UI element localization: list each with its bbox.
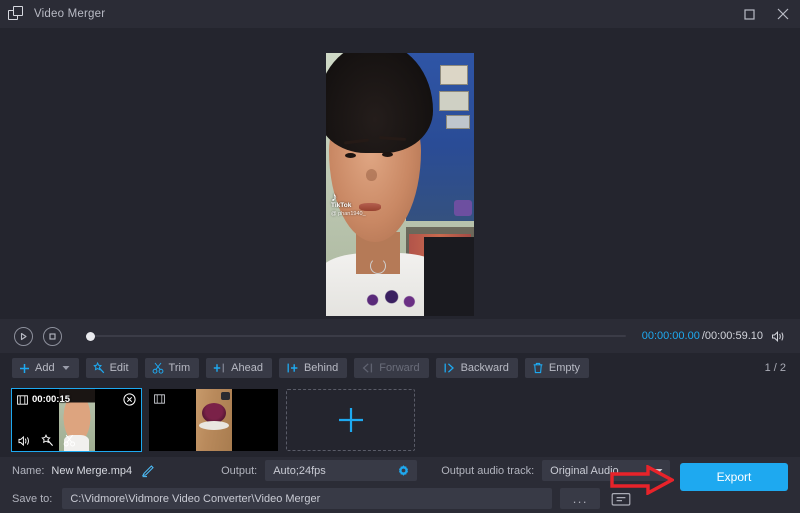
move-backward-icon (443, 362, 456, 374)
playback-slider[interactable] (86, 327, 626, 345)
stop-button[interactable] (43, 327, 62, 346)
time-display: 00:00:00.00 /00:00:59.10 (642, 330, 786, 343)
behind-button[interactable]: Behind (279, 358, 347, 378)
video-preview[interactable]: ♪ TikTok @ phan1940_ (326, 53, 474, 316)
forward-label: Forward (379, 362, 419, 374)
audio-track-select[interactable]: Original Audio (542, 460, 670, 481)
clip-item-1[interactable]: 00:00:15 (12, 389, 141, 451)
clip-remove-button[interactable] (123, 393, 136, 406)
title-bar: Video Merger (0, 0, 800, 28)
clip-strip: 00:00:15 (0, 383, 800, 457)
output-name-value: New Merge.mp4 (51, 465, 132, 477)
edit-label: Edit (110, 362, 129, 374)
add-label: Add (35, 362, 55, 374)
page-indicator: 1 / 2 (765, 362, 786, 374)
tiktok-watermark: ♪ TikTok @ phan1940_ (331, 191, 366, 218)
transport-bar: 00:00:00.00 /00:00:59.10 (0, 319, 800, 353)
add-button[interactable]: Add (12, 358, 79, 378)
insert-behind-icon (286, 362, 299, 374)
maximize-button[interactable] (732, 0, 766, 28)
output-format-select[interactable]: Auto;24fps (265, 460, 417, 481)
current-time: 00:00:00.00 (642, 330, 700, 342)
watermark-user: @ phan1940_ (331, 211, 366, 217)
clip-duration-badge: 00:00:15 (17, 394, 70, 405)
clip-toolbar: Add Edit Trim (0, 353, 800, 383)
audio-track-label: Output audio track: (441, 465, 534, 477)
edit-button[interactable]: Edit (86, 358, 138, 378)
empty-label: Empty (549, 362, 580, 374)
close-button[interactable] (766, 0, 800, 28)
window-controls (732, 0, 800, 28)
trim-label: Trim (169, 362, 191, 374)
magic-wand-icon (93, 362, 105, 374)
play-button[interactable] (14, 327, 33, 346)
app-icon (8, 6, 26, 22)
clip-scissors-icon[interactable] (63, 434, 76, 447)
slider-track (86, 335, 626, 337)
browse-button[interactable]: ... (560, 488, 600, 509)
chevron-down-icon (654, 465, 663, 477)
video-frame-image (326, 53, 474, 316)
chevron-down-icon (62, 365, 70, 371)
save-to-path-value: C:\Vidmore\Vidmore Video Converter\Video… (70, 493, 320, 505)
export-button[interactable]: Export (680, 463, 788, 491)
folder-icon (611, 491, 631, 507)
move-forward-icon (361, 362, 374, 374)
export-settings-bar: Name: New Merge.mp4 Output: Auto;24fps (0, 457, 800, 513)
plus-icon (19, 363, 30, 374)
clip-tools (18, 434, 76, 447)
clip-item-2[interactable] (149, 389, 278, 451)
window-title: Video Merger (34, 8, 105, 20)
pencil-icon[interactable] (141, 464, 155, 478)
scissors-icon (152, 362, 164, 374)
clip-duration-badge (154, 394, 169, 404)
speaker-icon[interactable] (771, 330, 786, 343)
audio-track-value: Original Audio (550, 465, 619, 477)
ahead-label: Ahead (231, 362, 263, 374)
plus-icon (335, 404, 367, 436)
save-to-label: Save to: (12, 493, 52, 505)
behind-label: Behind (304, 362, 338, 374)
backward-label: Backward (461, 362, 509, 374)
forward-button[interactable]: Forward (354, 358, 428, 378)
gear-icon[interactable] (397, 464, 410, 477)
film-strip-icon (154, 394, 165, 404)
output-format-value: Auto;24fps (273, 465, 326, 477)
export-label: Export (717, 470, 752, 484)
total-time: /00:00:59.10 (702, 330, 763, 342)
save-to-path-field[interactable]: C:\Vidmore\Vidmore Video Converter\Video… (62, 488, 552, 509)
clip-speaker-icon[interactable] (18, 435, 32, 447)
slider-handle[interactable] (86, 332, 95, 341)
output-label: Output: (221, 465, 257, 477)
trash-icon (532, 362, 544, 374)
video-merger-window: Video Merger (0, 0, 800, 513)
watermark-brand: TikTok (331, 202, 351, 209)
empty-button[interactable]: Empty (525, 358, 589, 378)
insert-ahead-icon (213, 362, 226, 374)
open-folder-button[interactable] (608, 488, 634, 509)
film-strip-icon (17, 395, 28, 405)
backward-button[interactable]: Backward (436, 358, 518, 378)
name-label: Name: (12, 465, 44, 477)
clip-duration-text: 00:00:15 (32, 394, 70, 405)
ahead-button[interactable]: Ahead (206, 358, 272, 378)
video-preview-area: ♪ TikTok @ phan1940_ (0, 28, 800, 319)
add-clip-slot[interactable] (286, 389, 415, 451)
trim-button[interactable]: Trim (145, 358, 200, 378)
clip-magic-wand-icon[interactable] (41, 434, 54, 447)
